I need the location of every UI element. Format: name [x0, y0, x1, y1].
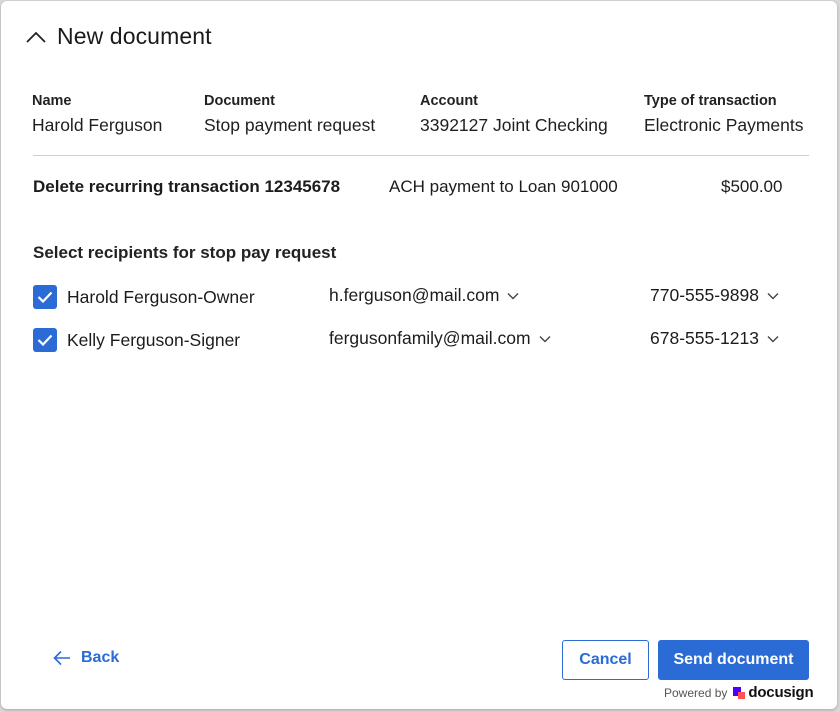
recipient-phone-dropdown[interactable]: 770-555-9898 [650, 285, 779, 306]
transaction-description: ACH payment to Loan 901000 [389, 177, 618, 196]
chevron-down-icon [767, 292, 779, 300]
chevron-down-icon [539, 335, 551, 343]
chevron-up-icon[interactable] [25, 26, 47, 48]
powered-by: Powered by docusign [664, 684, 814, 701]
account-value: 3392127 Joint Checking [420, 115, 608, 135]
name-label: Name [32, 93, 72, 109]
recipient-phone: 678-555-1213 [650, 328, 759, 348]
recipient-email-dropdown[interactable]: fergusonfamily@mail.com [329, 328, 551, 349]
transaction-type-label: Type of transaction [644, 93, 777, 109]
new-document-panel: New document Name Harold Ferguson Docume… [1, 1, 837, 709]
recipient-name: Harold Ferguson-Owner [67, 287, 255, 307]
recipient-phone: 770-555-9898 [650, 285, 759, 305]
document-field: Document Stop payment request [204, 93, 375, 136]
powered-by-text: Powered by [664, 685, 728, 700]
name-field: Name Harold Ferguson [32, 93, 162, 136]
docusign-brand: docusign [748, 684, 814, 701]
recipient-email: h.ferguson@mail.com [329, 285, 500, 305]
recipient-row: Kelly Ferguson-Signer fergusonfamily@mai… [33, 328, 793, 354]
transaction-type-value: Electronic Payments [644, 115, 804, 135]
docusign-logo: docusign [733, 684, 814, 701]
recipient-email: fergusonfamily@mail.com [329, 328, 531, 348]
transaction-amount: $500.00 [721, 177, 783, 196]
page-title: New document [57, 23, 212, 49]
transaction-title: Delete recurring transaction 12345678 [33, 177, 341, 196]
recipients-section-title: Select recipients for stop pay request [33, 243, 337, 262]
document-label: Document [204, 93, 275, 109]
account-label: Account [420, 93, 478, 109]
chevron-down-icon [507, 292, 519, 300]
recipient-email-dropdown[interactable]: h.ferguson@mail.com [329, 285, 519, 306]
send-document-button[interactable]: Send document [658, 640, 809, 680]
docusign-logo-icon [733, 686, 746, 699]
back-label: Back [81, 649, 120, 666]
divider [33, 155, 809, 156]
document-value: Stop payment request [204, 115, 376, 135]
arrow-left-icon [53, 650, 71, 666]
recipient-name: Kelly Ferguson-Signer [67, 330, 241, 350]
back-link[interactable]: Back [53, 649, 119, 667]
transaction-type-field: Type of transaction Electronic Payments [644, 93, 804, 136]
recipient-row: Harold Ferguson-Owner h.ferguson@mail.co… [33, 285, 793, 311]
panel-header: New document [25, 23, 212, 50]
recipient-checkbox[interactable] [33, 285, 57, 309]
recipient-checkbox[interactable] [33, 328, 57, 352]
cancel-button[interactable]: Cancel [562, 640, 649, 680]
name-value: Harold Ferguson [32, 115, 163, 135]
recipient-phone-dropdown[interactable]: 678-555-1213 [650, 328, 779, 349]
account-field: Account 3392127 Joint Checking [420, 93, 608, 136]
chevron-down-icon [767, 335, 779, 343]
